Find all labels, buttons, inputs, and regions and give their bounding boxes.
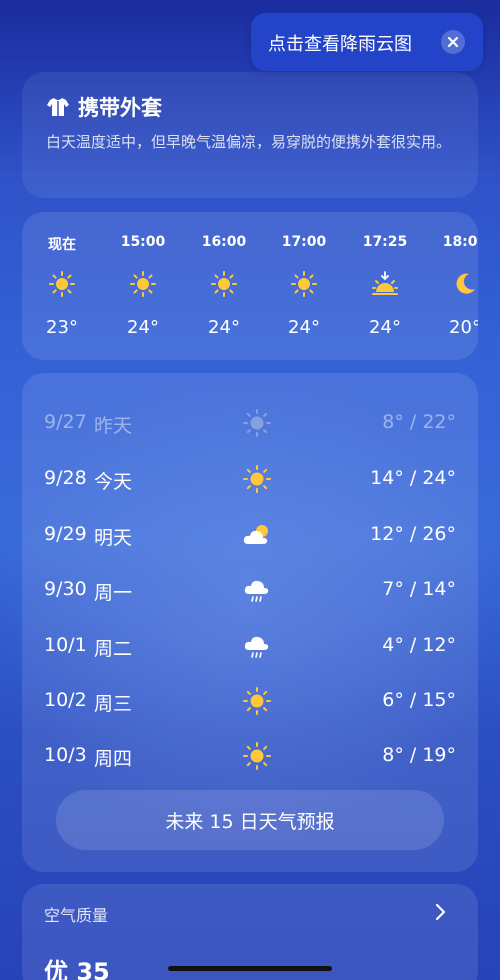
- rain-map-tooltip-label[interactable]: 点击查看降雨云图: [268, 30, 412, 56]
- daily-row[interactable]: 9/30 周一 7° / 14°: [22, 570, 478, 610]
- close-icon[interactable]: [441, 30, 465, 54]
- sun-icon: [243, 742, 271, 770]
- hourly-forecast-card[interactable]: 现在 23° 15:00 24° 16:00 24° 17:00 24° 17:…: [22, 212, 478, 360]
- sun-icon: [211, 271, 237, 297]
- day-temp-range: 14° / 24°: [370, 467, 456, 489]
- tip-card[interactable]: 携带外套 白天温度适中，但早晚气温偏凉，易穿脱的便携外套很实用。: [22, 72, 478, 198]
- day-date: 9/27: [44, 411, 87, 433]
- sun-icon: [291, 271, 317, 297]
- day-name: 今天: [94, 471, 133, 493]
- day-name: 昨天: [94, 415, 133, 437]
- air-quality-title: 空气质量: [44, 906, 109, 925]
- tip-description: 白天温度适中，但早晚气温偏凉，易穿脱的便携外套很实用。: [46, 133, 452, 151]
- hour-temp: 24°: [127, 317, 159, 338]
- day-name: 周二: [94, 638, 133, 660]
- hour-temp: 24°: [288, 317, 320, 338]
- hour-time: 17:25: [362, 234, 408, 250]
- day-temp-range: 7° / 14°: [382, 578, 456, 600]
- jacket-icon: [47, 98, 69, 116]
- day-temp-range: 4° / 12°: [382, 634, 456, 656]
- hour-time: 17:00: [281, 234, 327, 250]
- sun-icon: [130, 271, 156, 297]
- day-name: 周一: [94, 582, 133, 604]
- sunset-icon: [372, 271, 398, 295]
- hourly-item: 现在 23°: [22, 212, 102, 360]
- hourly-item: 17:25 24°: [345, 212, 425, 360]
- sun-icon: [243, 687, 271, 715]
- daily-row[interactable]: 10/2 周三 6° / 15°: [22, 681, 478, 721]
- day-date: 10/1: [44, 634, 87, 656]
- daily-row[interactable]: 10/1 周二 4° / 12°: [22, 626, 478, 666]
- hour-temp: 24°: [208, 317, 240, 338]
- day-temp-range: 6° / 15°: [382, 689, 456, 711]
- day-name: 周三: [94, 693, 133, 715]
- day-date: 9/29: [44, 523, 87, 545]
- hourly-item: 15:00 24°: [103, 212, 183, 360]
- rain-cloud-icon: [244, 636, 269, 658]
- day-temp-range: 8° / 22°: [382, 411, 456, 433]
- daily-forecast-card: 9/27 昨天 8° / 22° 9/28 今天 14° / 24° 9/29 …: [22, 373, 478, 872]
- hourly-item: 17:00 24°: [264, 212, 344, 360]
- hour-time: 18:00: [442, 234, 478, 250]
- day-date: 9/30: [44, 578, 87, 600]
- home-indicator[interactable]: [168, 966, 332, 971]
- daily-row[interactable]: 9/27 昨天 8° / 22°: [22, 403, 478, 443]
- rain-cloud-icon: [244, 580, 269, 602]
- daily-row[interactable]: 9/29 明天 12° / 26°: [22, 515, 478, 555]
- hourly-item: 18:00 20°: [425, 212, 478, 360]
- day-name: 周四: [94, 748, 133, 770]
- hour-temp: 20°: [449, 317, 478, 338]
- hour-temp: 23°: [46, 317, 78, 338]
- partly-cloudy-icon: [243, 525, 268, 544]
- hour-temp: 24°: [369, 317, 401, 338]
- sun-icon: [49, 271, 75, 297]
- tip-title-row: 携带外套: [46, 92, 162, 122]
- day-date: 10/3: [44, 744, 87, 766]
- fifteen-day-forecast-button[interactable]: 未来 15 日天气预报: [56, 790, 444, 850]
- sun-icon: [243, 409, 271, 437]
- hour-time: 现在: [48, 237, 76, 253]
- hour-time: 16:00: [201, 234, 247, 250]
- day-temp-range: 8° / 19°: [382, 744, 456, 766]
- hourly-item: 16:00 24°: [184, 212, 264, 360]
- sun-icon: [243, 465, 271, 493]
- daily-row[interactable]: 9/28 今天 14° / 24°: [22, 459, 478, 499]
- chevron-right-icon[interactable]: [434, 902, 448, 922]
- day-temp-range: 12° / 26°: [370, 523, 456, 545]
- moon-icon: [456, 273, 475, 294]
- day-date: 9/28: [44, 467, 87, 489]
- tip-title: 携带外套: [78, 96, 162, 120]
- day-name: 明天: [94, 527, 133, 549]
- daily-row[interactable]: 10/3 周四 8° / 19°: [22, 736, 478, 776]
- air-quality-value: 优 35: [44, 958, 110, 980]
- rain-map-tooltip[interactable]: 点击查看降雨云图: [251, 13, 483, 71]
- hour-time: 15:00: [120, 234, 166, 250]
- day-date: 10/2: [44, 689, 87, 711]
